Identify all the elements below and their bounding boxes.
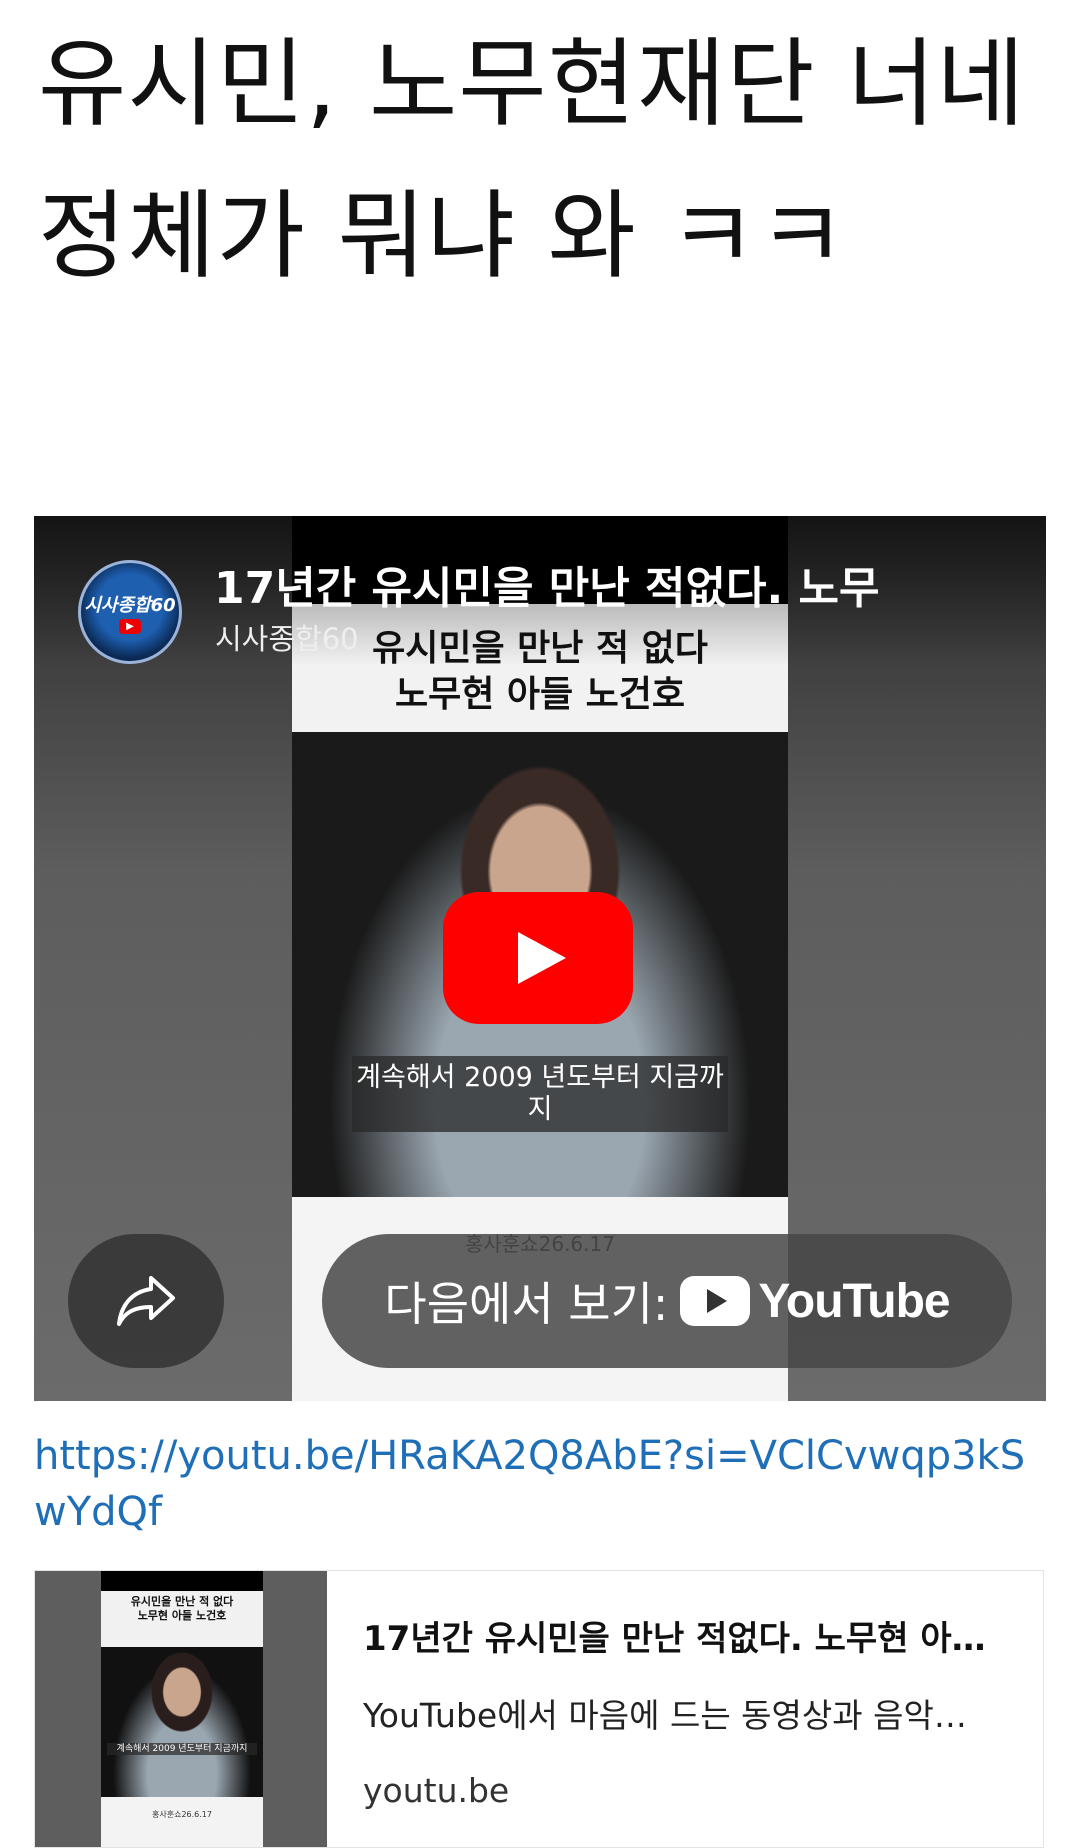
play-button[interactable] [443,892,633,1024]
post-title: 유시민, 노무현재단 너네 정체가 뭐냐 와 ㅋㅋ [38,28,1026,292]
video-header: 시사종합60 ▶ 17년간 유시민을 만난 적없다. 노무 시사종합60 [34,516,1046,666]
channel-avatar[interactable]: 시사종합60 ▶ [78,560,182,664]
card-description: YouTube에서 마음에 드는 동영상과 음악… [363,1696,967,1735]
share-arrow-icon [117,1276,175,1326]
watch-on-youtube-button[interactable]: 다음에서 보기: YouTube [322,1234,1012,1368]
channel-logo-text: 시사종합60 [84,594,176,616]
thumb-caption: 유시민을 만난 적 없다 노무현 아들 노건호 [130,1595,234,1622]
share-button[interactable] [68,1234,224,1368]
card-thumbnail: 유시민을 만난 적 없다 노무현 아들 노건호 계속해서 2009 년도부터 지… [35,1571,327,1847]
video-subtitle: 계속해서 2009 년도부터 지금까지 [352,1056,728,1132]
youtube-wordmark: YouTube [758,1274,950,1328]
link-preview-card[interactable]: 유시민을 만난 적 없다 노무현 아들 노건호 계속해서 2009 년도부터 지… [34,1570,1044,1848]
thumb-scene [101,1647,263,1797]
video-title[interactable]: 17년간 유시민을 만난 적없다. 노무 [214,552,974,616]
thumb-credit: 홍사훈쇼26.6.17 [152,1810,212,1819]
video-url-link[interactable]: https://youtu.be/HRaKA2Q8AbE?si=VClCvwqp… [34,1428,1044,1540]
play-icon [518,932,566,984]
card-title[interactable]: 17년간 유시민을 만난 적없다. 노무현 아… [363,1611,1013,1660]
youtube-logo-icon [680,1276,751,1326]
youtube-small-icon: ▶ [119,618,141,634]
watch-on-label: 다음에서 보기: [384,1277,669,1331]
thumb-subtitle: 계속해서 2009 년도부터 지금까지 [107,1743,257,1755]
channel-name[interactable]: 시사종합60 [215,616,359,658]
youtube-embed[interactable]: 유시민을 만난 적 없다 노무현 아들 노건호 계속해서 2009 년도부터 지… [34,516,1046,1401]
card-domain: youtu.be [363,1771,510,1810]
